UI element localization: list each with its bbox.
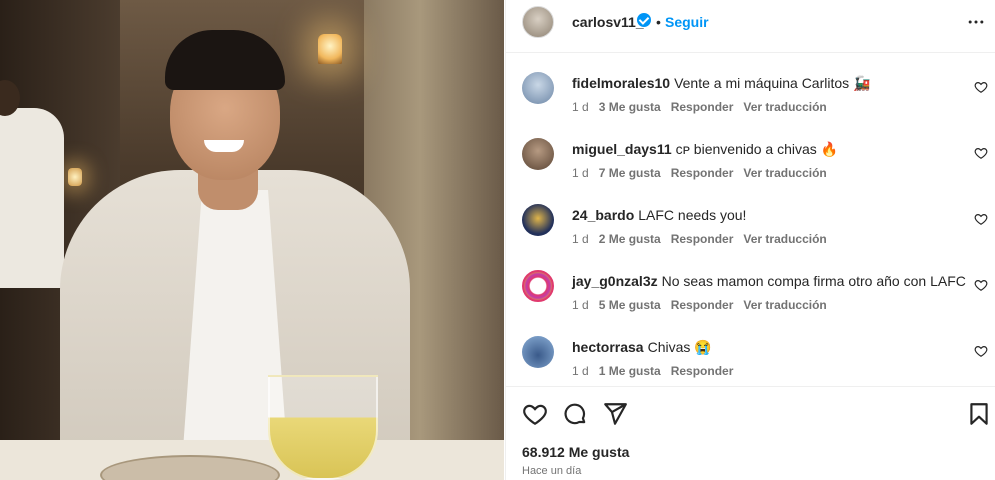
heart-icon[interactable] (974, 278, 988, 292)
avatar[interactable] (522, 138, 554, 170)
post-header: carlosv11_ • Seguir (506, 0, 995, 53)
reply-button[interactable]: Responder (671, 100, 734, 114)
comment-username[interactable]: miguel_days11 (572, 141, 672, 157)
avatar[interactable] (522, 72, 554, 104)
comment-body: No seas mamon compa firma otro año con L… (661, 273, 966, 289)
comment-body: ᴄᴘ bienvenido a chivas 🔥 (675, 141, 839, 157)
comment-text: jay_g0nzal3z No seas mamon compa firma ot… (572, 273, 966, 289)
post-photo[interactable] (0, 0, 504, 480)
avatar[interactable] (522, 270, 554, 302)
reply-button[interactable]: Responder (671, 166, 734, 180)
post-actions: 68.912 Me gusta Hace un día (506, 386, 995, 480)
comment-likes[interactable]: 1 Me gusta (599, 364, 661, 378)
comment-username[interactable]: 24_bardo (572, 207, 634, 223)
comment-meta: 1 d 2 Me gusta Responder Ver traducción (572, 232, 837, 246)
heart-icon[interactable] (974, 344, 988, 358)
share-icon[interactable] (602, 401, 628, 427)
comment-icon[interactable] (562, 401, 588, 427)
avatar[interactable] (522, 336, 554, 368)
comment-body: Chivas 😭 (647, 339, 712, 355)
comment-text: miguel_days11 ᴄᴘ bienvenido a chivas 🔥 (572, 141, 838, 158)
comment-time[interactable]: 1 d (572, 166, 589, 180)
comment-likes[interactable]: 2 Me gusta (599, 232, 661, 246)
reply-button[interactable]: Responder (671, 232, 734, 246)
comment-time[interactable]: 1 d (572, 298, 589, 312)
comment-body: LAFC needs you! (638, 207, 747, 223)
photo-subject (0, 0, 504, 480)
comment-time[interactable]: 1 d (572, 364, 589, 378)
comment-username[interactable]: hectorrasa (572, 339, 644, 355)
author-avatar[interactable] (522, 6, 554, 38)
translate-button[interactable]: Ver traducción (743, 100, 826, 114)
likes-count[interactable]: 68.912 Me gusta (522, 444, 629, 460)
comment-meta: 1 d 3 Me gusta Responder Ver traducción (572, 100, 837, 114)
comment-time[interactable]: 1 d (572, 232, 589, 246)
comment-text: hectorrasa Chivas 😭 (572, 339, 712, 356)
comment-likes[interactable]: 3 Me gusta (599, 100, 661, 114)
heart-icon[interactable] (522, 401, 548, 427)
photo-smile (204, 140, 244, 152)
comment-meta: 1 d 5 Me gusta Responder Ver traducción (572, 298, 837, 312)
photo-hair (165, 30, 285, 90)
more-icon[interactable] (964, 10, 988, 34)
post-timestamp[interactable]: Hace un día (522, 465, 581, 477)
list-item: jay_g0nzal3z No seas mamon compa firma ot… (506, 252, 995, 318)
photo-wine-glass (268, 375, 378, 480)
comment-username[interactable]: fidelmorales10 (572, 75, 670, 91)
comment-time[interactable]: 1 d (572, 100, 589, 114)
comment-text: 24_bardo LAFC needs you! (572, 207, 746, 223)
list-item: fidelmorales10 Vente a mi máquina Carlito… (506, 54, 995, 120)
author-username[interactable]: carlosv11_ (572, 14, 644, 30)
comment-body: Vente a mi máquina Carlitos 🚂 (674, 75, 871, 91)
bookmark-icon[interactable] (966, 401, 992, 427)
comment-likes[interactable]: 7 Me gusta (599, 166, 661, 180)
heart-icon[interactable] (974, 146, 988, 160)
comment-meta: 1 d 1 Me gusta Responder (572, 364, 743, 378)
comment-meta: 1 d 7 Me gusta Responder Ver traducción (572, 166, 837, 180)
translate-button[interactable]: Ver traducción (743, 166, 826, 180)
verified-icon (637, 13, 651, 27)
list-item: miguel_days11 ᴄᴘ bienvenido a chivas 🔥 1 … (506, 120, 995, 186)
post-sidebar: carlosv11_ • Seguir fidelmorales10 Vente … (505, 0, 995, 480)
translate-button[interactable]: Ver traducción (743, 298, 826, 312)
list-item: hectorrasa Chivas 😭 1 d 1 Me gusta Responde… (506, 318, 995, 384)
reply-button[interactable]: Responder (671, 364, 734, 378)
list-item: 24_bardo LAFC needs you! 1 d 2 Me gusta Res… (506, 186, 995, 252)
heart-icon[interactable] (974, 80, 988, 94)
heart-icon[interactable] (974, 212, 988, 226)
comments-list: fidelmorales10 Vente a mi máquina Carlito… (506, 54, 995, 384)
comment-text: fidelmorales10 Vente a mi máquina Carlito… (572, 75, 870, 92)
reply-button[interactable]: Responder (671, 298, 734, 312)
avatar[interactable] (522, 204, 554, 236)
comment-likes[interactable]: 5 Me gusta (599, 298, 661, 312)
separator-dot: • (656, 14, 661, 30)
comment-username[interactable]: jay_g0nzal3z (572, 273, 658, 289)
translate-button[interactable]: Ver traducción (743, 232, 826, 246)
follow-button[interactable]: Seguir (665, 14, 709, 30)
